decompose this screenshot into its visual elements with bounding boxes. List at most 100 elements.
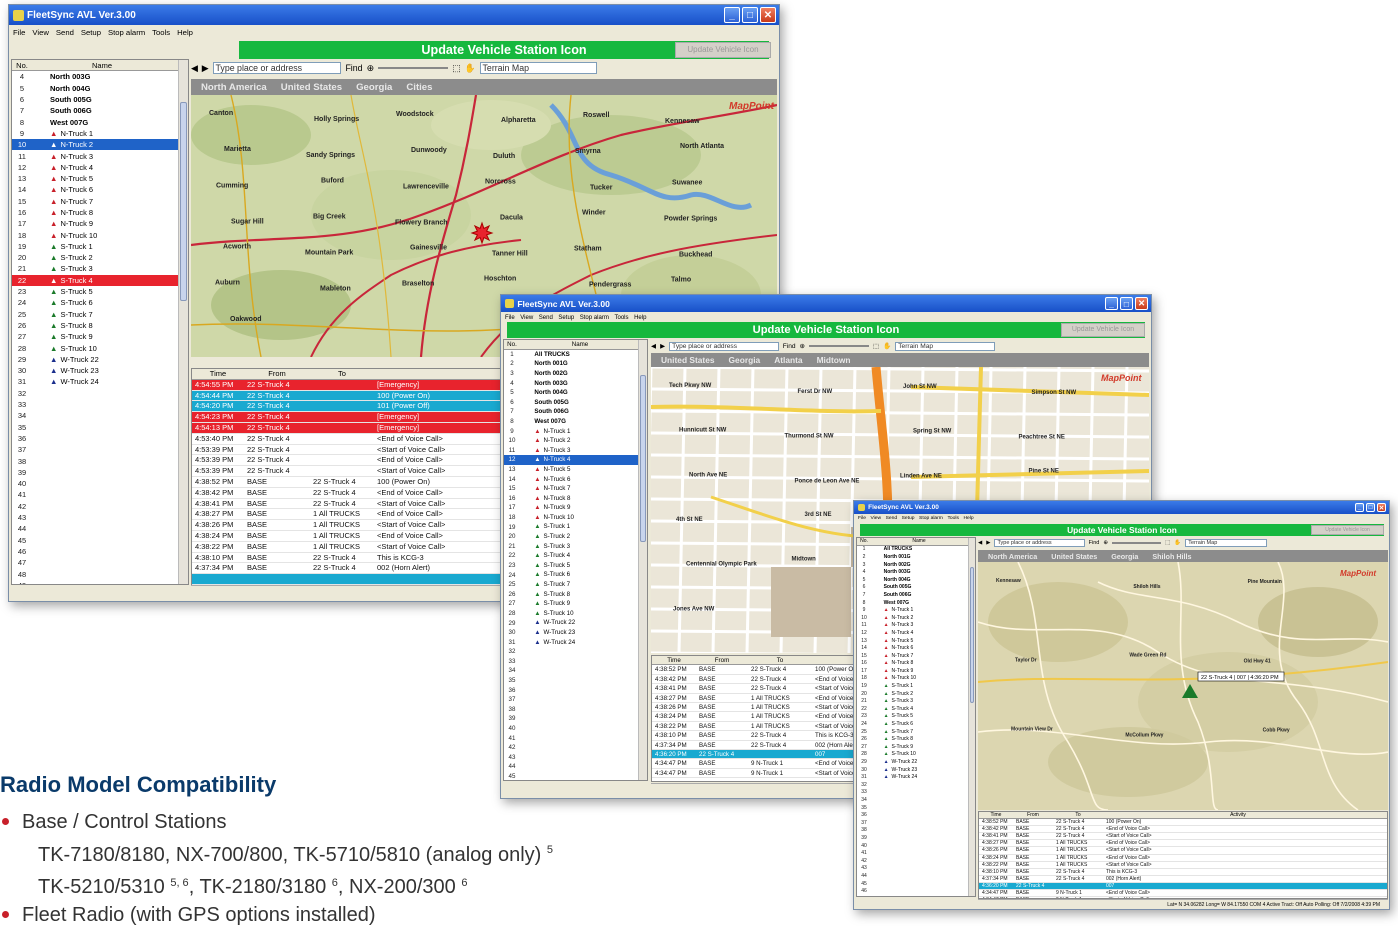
station-row[interactable]: 7 South 006G — [504, 407, 647, 417]
station-row[interactable]: 35 — [857, 804, 975, 812]
maximize-button[interactable]: □ — [1366, 503, 1375, 512]
station-row[interactable]: 11 ▲ N-Truck 3 — [504, 446, 647, 456]
station-row[interactable]: 19 ▲ S-Truck 1 — [12, 241, 188, 252]
station-row[interactable]: 44 — [857, 872, 975, 880]
scrollbar-thumb[interactable] — [640, 375, 646, 543]
station-row[interactable]: 35 — [504, 676, 647, 686]
station-row[interactable]: 12 ▲ N-Truck 4 — [857, 629, 975, 637]
log-row[interactable]: 4:38:27 PM BASE 1 All TRUCKS <End of Voice … — [979, 840, 1387, 848]
station-row[interactable]: 13 ▲ N-Truck 5 — [857, 637, 975, 645]
station-row[interactable]: 22 ▲ S-Truck 4 — [12, 274, 188, 286]
breadcrumb-item[interactable]: Cities — [406, 82, 432, 93]
log-col-header[interactable]: Time — [192, 369, 244, 379]
update-vehicle-icon-button[interactable]: Update Vehicle Icon — [675, 42, 771, 58]
update-vehicle-icon-button[interactable]: Update Vehicle Icon — [1061, 323, 1145, 337]
station-row[interactable]: 10 ▲ N-Truck 2 — [857, 614, 975, 622]
maximize-button[interactable]: □ — [1120, 297, 1133, 310]
window-titlebar[interactable]: FleetSync AVL Ver.3.00 _ □ ✕ — [854, 501, 1389, 514]
zoom-icon[interactable]: ⊕ — [800, 342, 806, 350]
station-row[interactable]: 17 ▲ N-Truck 9 — [12, 218, 188, 229]
station-row[interactable]: 14 ▲ N-Truck 6 — [12, 184, 188, 195]
zoom-icon[interactable]: ⊕ — [367, 63, 374, 74]
station-row[interactable]: 28 ▲ S-Truck 10 — [504, 609, 647, 619]
station-row[interactable]: 13 ▲ N-Truck 5 — [504, 465, 647, 475]
select-tool-icon[interactable]: ⬚ — [873, 342, 879, 350]
station-row[interactable]: 29 ▲ W-Truck 22 — [857, 758, 975, 766]
station-row[interactable]: 47 — [12, 557, 188, 568]
station-row[interactable]: 8 West 007G — [12, 116, 188, 127]
station-row[interactable]: 46 — [12, 546, 188, 557]
station-row[interactable]: 8 West 007G — [857, 599, 975, 607]
station-row[interactable]: 34 — [857, 796, 975, 804]
col-name[interactable]: Name — [520, 340, 640, 349]
station-row[interactable]: 25 ▲ S-Truck 7 — [12, 309, 188, 320]
col-no[interactable]: No. — [504, 340, 520, 349]
update-vehicle-icon-button[interactable]: Update Vehicle Icon — [1311, 525, 1384, 535]
station-row[interactable]: 6 South 005G — [12, 94, 188, 105]
station-row[interactable]: 39 — [857, 834, 975, 842]
station-row[interactable]: 43 — [12, 512, 188, 523]
station-row[interactable]: 40 — [504, 724, 647, 734]
station-row[interactable]: 15 ▲ N-Truck 7 — [504, 484, 647, 494]
station-row[interactable]: 44 — [504, 762, 647, 772]
log-row[interactable]: 4:38:42 PM BASE 22 S-Truck 4 <End of Voice … — [979, 826, 1387, 834]
station-row[interactable]: 6 South 005G — [504, 398, 647, 408]
station-row[interactable]: 32 — [504, 647, 647, 657]
station-list-scrollbar[interactable] — [968, 538, 975, 896]
scrollbar-thumb[interactable] — [179, 101, 187, 302]
station-row[interactable]: 2 North 001G — [857, 553, 975, 561]
map-type-select[interactable]: Terrain Map — [1185, 539, 1268, 547]
close-button[interactable]: ✕ — [760, 7, 776, 23]
log-row[interactable]: 4:38:22 PM BASE 1 All TRUCKS <Start of Voic… — [979, 861, 1387, 869]
station-row[interactable]: 43 — [504, 753, 647, 763]
station-row[interactable]: 13 ▲ N-Truck 5 — [12, 173, 188, 184]
back-arrow-icon[interactable]: ◀ — [978, 540, 982, 546]
col-no[interactable]: No. — [857, 538, 871, 545]
station-row[interactable]: 24 ▲ S-Truck 6 — [12, 297, 188, 308]
station-row[interactable]: 9 ▲ N-Truck 1 — [857, 606, 975, 614]
station-row[interactable]: 7 South 006G — [857, 591, 975, 599]
address-search-input[interactable]: Type place or address — [994, 539, 1085, 547]
log-row[interactable]: 4:36:20 PM 22 S-Truck 4 007 — [979, 882, 1387, 891]
station-row[interactable]: 17 ▲ N-Truck 9 — [504, 503, 647, 513]
back-arrow-icon[interactable]: ◀ — [651, 342, 656, 350]
station-row[interactable]: 31 ▲ W-Truck 24 — [12, 376, 188, 387]
menu-file[interactable]: File — [505, 315, 515, 321]
station-row[interactable]: 23 ▲ S-Truck 5 — [12, 286, 188, 297]
station-row[interactable]: 33 — [12, 399, 188, 410]
station-row[interactable]: 23 ▲ S-Truck 5 — [504, 561, 647, 571]
menu-stop-alarm[interactable]: Stop alarm — [108, 28, 145, 37]
station-row[interactable]: 3 North 002G — [504, 369, 647, 379]
station-row[interactable]: 15 ▲ N-Truck 7 — [857, 652, 975, 660]
station-row[interactable]: 19 ▲ S-Truck 1 — [504, 522, 647, 532]
station-row[interactable]: 40 — [12, 478, 188, 489]
log-col-header[interactable]: To — [1053, 812, 1103, 818]
station-row[interactable]: 16 ▲ N-Truck 8 — [504, 494, 647, 504]
station-row[interactable]: 42 — [12, 501, 188, 512]
close-button[interactable]: ✕ — [1135, 297, 1148, 310]
log-col-header[interactable]: Time — [652, 656, 696, 664]
station-row[interactable]: 9 ▲ N-Truck 1 — [12, 128, 188, 139]
breadcrumb-item[interactable]: North America — [988, 552, 1037, 561]
station-row[interactable]: 20 ▲ S-Truck 2 — [12, 252, 188, 263]
station-row[interactable]: 22 ▲ S-Truck 4 — [857, 705, 975, 713]
pan-hand-icon[interactable]: ✋ — [1174, 540, 1181, 546]
address-search-input[interactable]: Type place or address — [212, 62, 342, 74]
station-row[interactable]: 30 ▲ W-Truck 23 — [857, 766, 975, 774]
station-row[interactable]: 5 North 004G — [504, 388, 647, 398]
log-row[interactable]: 4:34:47 PM BASE 9 N-Truck 1 <End of Voice C… — [979, 890, 1387, 898]
station-row[interactable]: 31 ▲ W-Truck 24 — [857, 773, 975, 781]
menu-help[interactable]: Help — [177, 28, 193, 37]
station-row[interactable]: 10 ▲ N-Truck 2 — [12, 139, 188, 151]
station-row[interactable]: 42 — [504, 743, 647, 753]
station-row[interactable]: 39 — [12, 467, 188, 478]
menu-view[interactable]: View — [32, 28, 49, 37]
station-row[interactable]: 1 All TRUCKS — [857, 546, 975, 554]
breadcrumb-item[interactable]: United States — [661, 355, 715, 365]
menu-stop-alarm[interactable]: Stop alarm — [580, 315, 609, 321]
breadcrumb-item[interactable]: Georgia — [356, 82, 392, 93]
station-row[interactable]: 28 ▲ S-Truck 10 — [12, 342, 188, 353]
forward-arrow-icon[interactable]: ▶ — [202, 63, 209, 74]
station-row[interactable]: 36 — [504, 685, 647, 695]
station-row[interactable]: 5 North 004G — [12, 83, 188, 94]
